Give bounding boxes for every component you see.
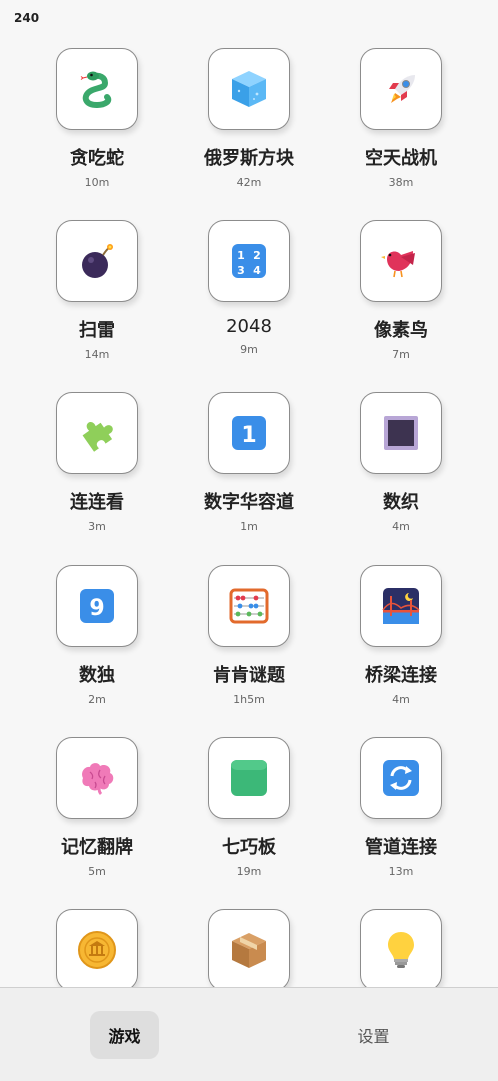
number-nine-icon: 9: [80, 589, 114, 623]
game-icon-frame[interactable]: 1: [208, 392, 290, 474]
game-time: 7m: [392, 348, 410, 361]
game-icon-frame[interactable]: [360, 220, 442, 302]
game-name: 管道连接: [365, 837, 437, 858]
square-icon: [384, 416, 418, 450]
game-icon-frame[interactable]: [208, 565, 290, 647]
game-icon-frame[interactable]: [360, 48, 442, 130]
game-tile-tetris[interactable]: 俄罗斯方块 42m: [174, 48, 324, 208]
game-icon-frame[interactable]: [208, 909, 290, 987]
game-icon-frame[interactable]: [360, 737, 442, 819]
game-tile-2048[interactable]: 1 2 3 4 2048 9m: [174, 220, 324, 380]
game-tile-sudoku[interactable]: 9 数独 2m: [22, 565, 172, 725]
game-grid: 贪吃蛇 10m 俄罗斯方块 42m 空天战机 38m 扫雷 14m 1 2 3 …: [0, 0, 498, 987]
game-time: 14m: [84, 348, 110, 361]
game-icon-frame[interactable]: 1 2 3 4: [208, 220, 290, 302]
bird-icon: [381, 251, 415, 278]
svg-text:3: 3: [237, 264, 245, 277]
game-icon-frame[interactable]: [56, 737, 138, 819]
game-icon-frame[interactable]: [208, 48, 290, 130]
game-name: 记忆翻牌: [61, 837, 133, 858]
game-name: 2048: [226, 316, 272, 337]
game-name: 贪吃蛇: [70, 148, 124, 169]
svg-text:9: 9: [89, 596, 104, 621]
nav-tab-games[interactable]: 游戏: [90, 1011, 159, 1059]
game-icon-frame[interactable]: 9: [56, 565, 138, 647]
game-tile-nonogram[interactable]: 数织 4m: [326, 392, 476, 552]
game-icon-frame[interactable]: [208, 737, 290, 819]
game-time: 1m: [240, 520, 258, 533]
game-icon-frame[interactable]: [56, 220, 138, 302]
game-name: 空天战机: [365, 148, 437, 169]
game-tile-snake[interactable]: 贪吃蛇 10m: [22, 48, 172, 208]
game-tile-light-bulb[interactable]: [326, 909, 476, 987]
game-name: 数独: [79, 665, 115, 686]
game-time: 2m: [88, 693, 106, 706]
svg-text:4: 4: [253, 264, 261, 277]
game-name: 连连看: [70, 492, 124, 513]
bridge-at-night-icon: [382, 588, 420, 624]
game-tile-memory-flip[interactable]: 记忆翻牌 5m: [22, 737, 172, 897]
game-tile-tangram[interactable]: 七巧板 19m: [174, 737, 324, 897]
svg-text:1: 1: [241, 423, 256, 448]
puzzle-piece-icon: [82, 421, 113, 452]
game-tile-pixel-bird[interactable]: 像素鸟 7m: [326, 220, 476, 380]
bomb-icon: [82, 244, 113, 278]
game-time: 3m: [88, 520, 106, 533]
svg-text:1: 1: [237, 249, 245, 262]
game-tile-package[interactable]: [174, 909, 324, 987]
game-time: 42m: [236, 176, 262, 189]
green-square-icon: [231, 760, 267, 796]
game-tile-number-slide[interactable]: 1 数字华容道 1m: [174, 392, 324, 552]
game-time: 13m: [388, 865, 414, 878]
game-name: 像素鸟: [374, 320, 428, 341]
abacus-icon: [229, 588, 269, 624]
game-name: 七巧板: [222, 837, 276, 858]
game-name: 扫雷: [79, 320, 115, 341]
game-name: 数字华容道: [204, 492, 294, 513]
game-time: 4m: [392, 520, 410, 533]
game-icon-frame[interactable]: [56, 48, 138, 130]
game-time: 4m: [392, 693, 410, 706]
game-time: 38m: [388, 176, 414, 189]
ice-cube-icon: [232, 71, 266, 107]
game-tile-coin[interactable]: [22, 909, 172, 987]
coin-icon: [78, 931, 116, 969]
game-time: 5m: [88, 865, 106, 878]
brain-icon: [82, 763, 114, 796]
game-tile-bridge-connect[interactable]: 桥梁连接 4m: [326, 565, 476, 725]
game-name: 肯肯谜题: [213, 665, 285, 686]
game-icon-frame[interactable]: [360, 565, 442, 647]
game-icon-frame[interactable]: [360, 392, 442, 474]
game-tile-link-match[interactable]: 连连看 3m: [22, 392, 172, 552]
game-tile-kenken[interactable]: 肯肯谜题 1h5m: [174, 565, 324, 725]
game-icon-frame[interactable]: [56, 909, 138, 987]
game-name: 桥梁连接: [365, 665, 437, 686]
game-tile-minesweeper[interactable]: 扫雷 14m: [22, 220, 172, 380]
game-time: 19m: [236, 865, 262, 878]
game-time: 9m: [240, 343, 258, 356]
game-name: 数织: [383, 492, 419, 513]
rocket-icon: [389, 75, 415, 103]
game-icon-frame[interactable]: [56, 392, 138, 474]
game-tile-space-fighter[interactable]: 空天战机 38m: [326, 48, 476, 208]
number-one-icon: 1: [232, 416, 266, 450]
number-keypad-icon: 1 2 3 4: [232, 244, 266, 278]
snake-icon: [80, 71, 112, 108]
game-time: 1h5m: [233, 693, 265, 706]
game-time: 10m: [84, 176, 110, 189]
game-icon-frame[interactable]: [360, 909, 442, 987]
game-tile-pipe-connect[interactable]: 管道连接 13m: [326, 737, 476, 897]
package-icon: [232, 933, 266, 968]
nav-tab-settings[interactable]: 设置: [339, 1011, 408, 1059]
bottom-nav-bar: 游戏 设置: [0, 987, 498, 1081]
light-bulb-icon: [388, 932, 414, 968]
repeat-arrows-icon: [383, 760, 419, 796]
game-name: 俄罗斯方块: [204, 148, 294, 169]
svg-text:2: 2: [253, 249, 261, 262]
